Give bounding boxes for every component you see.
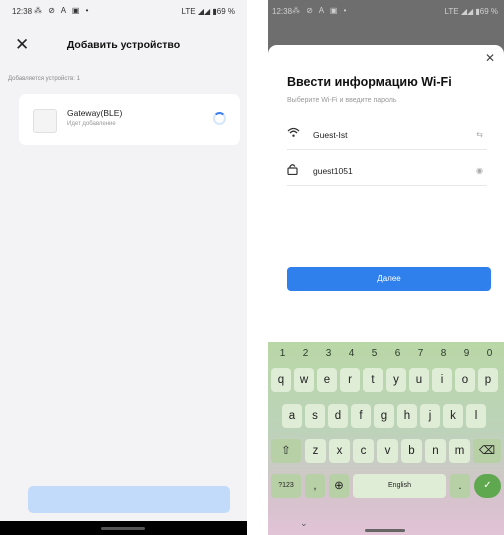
key-letter[interactable]: l: [466, 404, 486, 428]
network-battery-status: LTE ◢◢ ▮69 %: [444, 7, 498, 16]
device-name: Gateway(BLE): [67, 108, 123, 118]
key-letter[interactable]: f: [351, 404, 371, 428]
key-letter[interactable]: g: [374, 404, 394, 428]
key-digit[interactable]: 1: [271, 348, 294, 359]
system-nav-bar: [0, 521, 247, 535]
period-key[interactable]: .: [450, 474, 470, 498]
key-letter[interactable]: x: [329, 439, 350, 463]
key-letter[interactable]: r: [340, 368, 360, 392]
digit-row: 1 2 3 4 5 6 7 8 9 0: [268, 348, 504, 362]
key-letter[interactable]: k: [443, 404, 463, 428]
key-digit[interactable]: 5: [363, 348, 386, 359]
sheet-title: Ввести информацию Wi-Fi: [287, 75, 452, 89]
key-letter[interactable]: h: [397, 404, 417, 428]
ssid-value: Guest-Ist: [313, 130, 348, 140]
key-digit[interactable]: 8: [432, 348, 455, 359]
key-letter[interactable]: i: [432, 368, 452, 392]
wifi-icon: [287, 127, 300, 141]
key-letter[interactable]: p: [478, 368, 498, 392]
key-letter[interactable]: m: [449, 439, 470, 463]
globe-icon: ⊕: [334, 480, 344, 492]
page-title: Добавить устройство: [66, 39, 181, 51]
key-digit[interactable]: 9: [455, 348, 478, 359]
key-digit[interactable]: 0: [478, 348, 501, 359]
language-key[interactable]: ⊕: [329, 474, 349, 498]
key-letter[interactable]: e: [317, 368, 337, 392]
key-letter[interactable]: b: [401, 439, 422, 463]
key-letter[interactable]: v: [377, 439, 398, 463]
shift-icon: ⇧: [281, 445, 291, 457]
add-device-screen: 12:38 ⁂ ⊘ A ▣ • LTE ◢◢ ▮69 % ✕ Добавить …: [0, 0, 247, 535]
onscreen-keyboard: 1 2 3 4 5 6 7 8 9 0 q w e r t y u i o p …: [268, 342, 504, 535]
status-bar: 12:38 ⁂ ⊘ A ▣ • LTE ◢◢ ▮69 %: [268, 0, 504, 22]
network-battery-status: LTE ◢◢ ▮69 %: [181, 7, 235, 16]
key-letter[interactable]: j: [420, 404, 440, 428]
status-bar: 12:38 ⁂ ⊘ A ▣ • LTE ◢◢ ▮69 %: [0, 0, 247, 22]
key-letter[interactable]: d: [328, 404, 348, 428]
next-button[interactable]: Далее: [287, 267, 491, 291]
key-letter[interactable]: c: [353, 439, 374, 463]
chevron-down-icon[interactable]: ⌄: [300, 518, 308, 529]
check-icon: ✓: [483, 480, 492, 491]
gateway-device-icon: [33, 109, 57, 133]
key-letter[interactable]: y: [386, 368, 406, 392]
home-gesture-pill[interactable]: [365, 529, 405, 532]
wifi-bottom-sheet: ✕ Ввести информацию Wi-Fi Выберите Wi-Fi…: [268, 45, 504, 342]
password-value: guest1051: [313, 166, 353, 176]
key-digit[interactable]: 6: [386, 348, 409, 359]
device-status: Идет добавление: [67, 121, 116, 127]
status-time: 12:38: [12, 7, 33, 16]
loading-spinner-icon: [213, 112, 226, 125]
backspace-key[interactable]: ⌫: [473, 439, 501, 463]
wifi-password-field[interactable]: guest1051 ◉: [287, 157, 487, 186]
enter-key[interactable]: ✓: [474, 474, 501, 498]
adding-count-label: Добавляется устройств: 1: [8, 76, 80, 82]
home-gesture-pill[interactable]: [101, 527, 145, 530]
header: ✕ Добавить устройство: [0, 32, 247, 62]
close-icon[interactable]: ✕: [485, 52, 495, 64]
key-letter[interactable]: t: [363, 368, 383, 392]
wifi-info-screen: 12:38 ⁂ ⊘ A ▣ • LTE ◢◢ ▮69 % ✕ Ввести ин…: [268, 0, 504, 535]
wifi-ssid-field[interactable]: Guest-Ist ⇆: [287, 121, 487, 150]
shift-key[interactable]: ⇧: [271, 439, 301, 463]
notification-icons: ⁂ ⊘ A ▣ •: [34, 6, 91, 15]
key-digit[interactable]: 7: [409, 348, 432, 359]
key-letter[interactable]: w: [294, 368, 314, 392]
notification-icons: ⁂ ⊘ A ▣ •: [292, 6, 349, 15]
status-time: 12:38: [272, 7, 293, 16]
backspace-icon: ⌫: [478, 445, 496, 457]
key-letter[interactable]: n: [425, 439, 446, 463]
switch-network-icon[interactable]: ⇆: [476, 130, 483, 139]
key-letter[interactable]: a: [282, 404, 302, 428]
lock-icon: [287, 163, 298, 178]
symbols-key[interactable]: ?123: [271, 474, 301, 498]
comma-key[interactable]: ,: [305, 474, 325, 498]
device-card[interactable]: Gateway(BLE) Идет добавление: [19, 94, 240, 145]
key-digit[interactable]: 3: [317, 348, 340, 359]
space-key[interactable]: English: [353, 474, 446, 498]
sheet-subtitle: Выберите Wi-Fi и введите пароль: [287, 97, 397, 104]
eye-icon[interactable]: ◉: [476, 166, 483, 175]
key-letter[interactable]: s: [305, 404, 325, 428]
key-letter[interactable]: o: [455, 368, 475, 392]
key-letter[interactable]: u: [409, 368, 429, 392]
done-button-disabled[interactable]: [28, 486, 230, 513]
key-letter[interactable]: z: [305, 439, 326, 463]
key-digit[interactable]: 4: [340, 348, 363, 359]
key-digit[interactable]: 2: [294, 348, 317, 359]
key-letter[interactable]: q: [271, 368, 291, 392]
